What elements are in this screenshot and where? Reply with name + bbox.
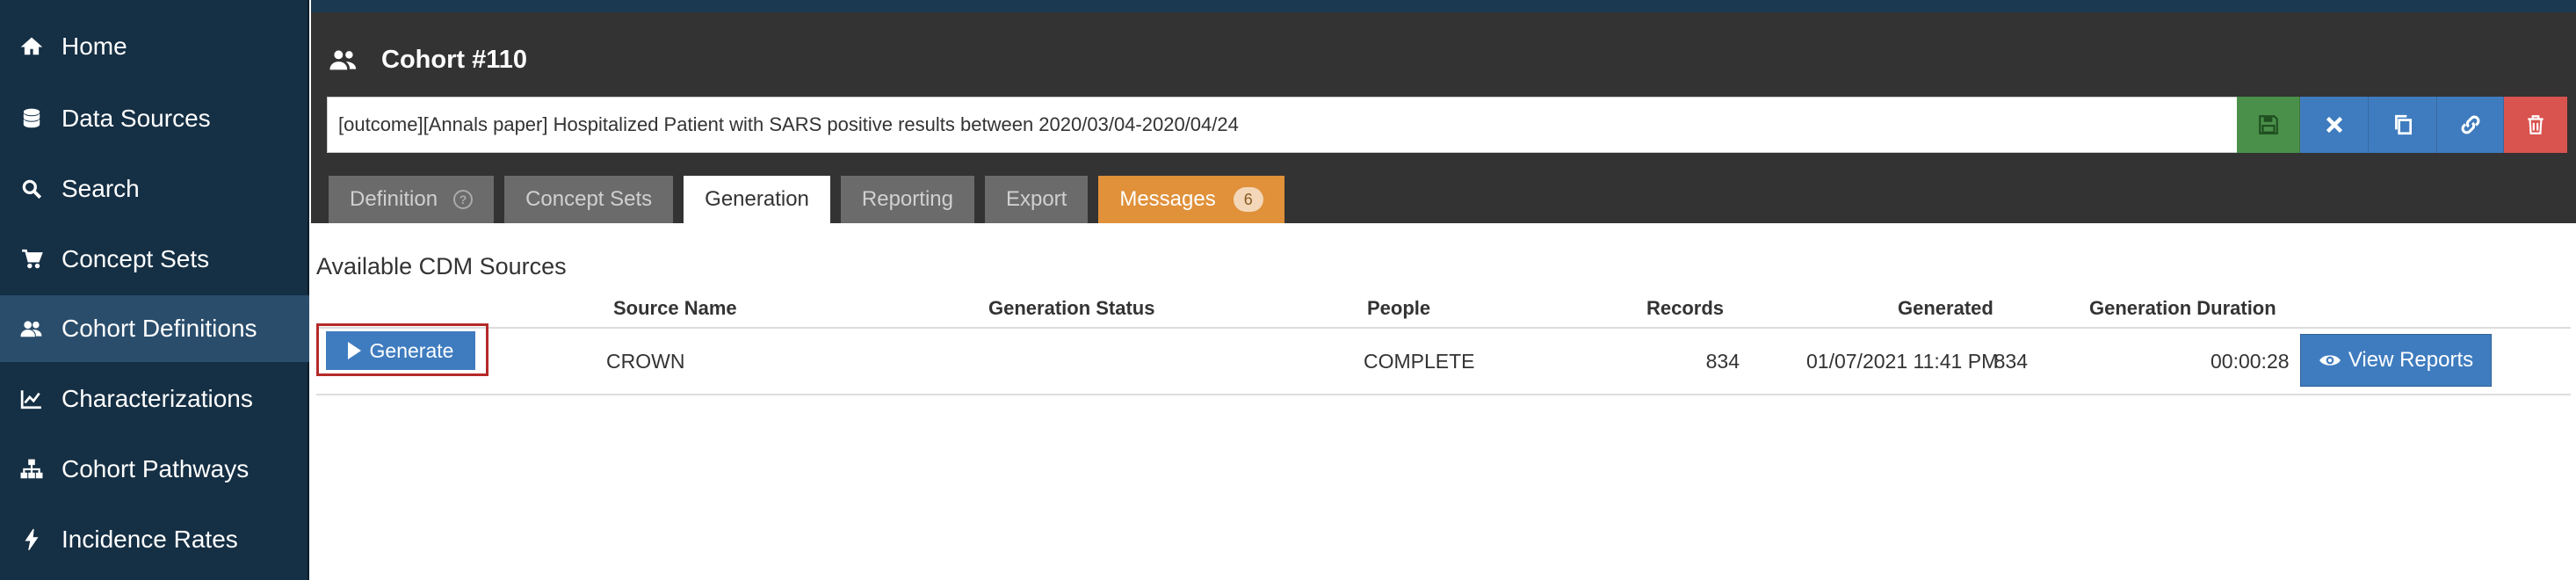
sitemap-icon: [19, 457, 44, 482]
copy-icon: [2394, 114, 2412, 135]
sidebar-item-home[interactable]: Home: [0, 13, 309, 80]
tab-label: Messages: [1119, 187, 1216, 211]
cdm-sources-table: Source Name Generation Status People Rec…: [316, 294, 2571, 395]
tab-concept-sets[interactable]: Concept Sets: [504, 176, 674, 223]
close-button[interactable]: [2300, 97, 2369, 153]
tab-label: Concept Sets: [525, 187, 653, 211]
tab-label: Reporting: [861, 187, 953, 211]
cohort-action-buttons: [2237, 97, 2567, 153]
table-header: Source Name Generation Status People Rec…: [316, 294, 2571, 329]
top-bar: [311, 0, 2576, 12]
tab-messages[interactable]: Messages 6: [1098, 176, 1284, 223]
users-icon: [329, 45, 358, 75]
column-header-generation-status: Generation Status: [988, 297, 1155, 319]
cohort-tabs: Definition ? Concept Sets Generation Rep…: [329, 176, 1295, 223]
shopping-cart-icon: [19, 247, 44, 272]
sidebar-item-cohort-pathways[interactable]: Cohort Pathways: [0, 436, 309, 503]
people-cell: 834: [1705, 350, 1740, 373]
sidebar-item-cohort-definitions[interactable]: Cohort Definitions: [0, 295, 309, 362]
sidebar-item-label: Incidence Rates: [62, 526, 238, 553]
main-panel: Cohort #110 Definition ?: [311, 0, 2576, 580]
sidebar-item-search[interactable]: Search: [0, 156, 309, 222]
tab-label: Definition: [350, 187, 438, 211]
play-icon: [347, 342, 361, 359]
sidebar-item-label: Cohort Pathways: [62, 455, 250, 482]
link-button[interactable]: [2437, 97, 2504, 153]
generate-highlight: Generate: [316, 323, 488, 376]
column-header-records: Records: [1646, 297, 1725, 319]
sidebar-item-label: Home: [62, 33, 127, 60]
bolt-icon: [19, 527, 44, 552]
line-chart-icon: [19, 387, 44, 411]
column-header-generation-duration: Generation Duration: [2089, 297, 2276, 319]
sidebar-item-label: Concept Sets: [62, 245, 210, 272]
status-cell: COMPLETE: [1364, 350, 1475, 373]
generate-button[interactable]: Generate: [326, 331, 475, 370]
link-icon: [2461, 115, 2479, 134]
generated-cell: 01/07/2021 11:41 PM: [1806, 350, 1999, 373]
column-header-source-name: Source Name: [613, 297, 737, 319]
sidebar: Home Data Sources Search Concept Sets Co…: [0, 0, 309, 580]
save-button[interactable]: [2237, 97, 2300, 153]
search-icon: [19, 177, 44, 201]
sidebar-item-characterizations[interactable]: Characterizations: [0, 366, 309, 432]
close-icon: [2326, 116, 2342, 134]
page-title: Cohort #110: [329, 33, 527, 86]
tab-definition[interactable]: Definition ?: [329, 176, 495, 223]
source-name-cell: CROWN: [606, 350, 685, 373]
cohort-name-input[interactable]: [327, 97, 2237, 153]
table-row: Generate CROWN COMPLETE 834 834 01/07/20…: [316, 323, 2571, 395]
view-reports-label: View Reports: [2348, 348, 2474, 372]
tab-reporting[interactable]: Reporting: [840, 176, 974, 223]
eye-icon: [2319, 355, 2341, 366]
cohort-title: Cohort #110: [381, 45, 527, 74]
delete-button[interactable]: [2504, 97, 2567, 153]
trash-icon: [2528, 115, 2543, 134]
column-header-people: People: [1367, 297, 1431, 319]
tab-label: Generation: [705, 187, 809, 211]
sidebar-item-label: Search: [62, 175, 140, 202]
sidebar-item-concept-sets[interactable]: Concept Sets: [0, 226, 309, 293]
users-icon: [19, 316, 44, 341]
view-reports-button[interactable]: View Reports: [2300, 334, 2492, 387]
column-header-generated: Generated: [1898, 297, 1994, 319]
cohort-header: Cohort #110 Definition ?: [311, 12, 2576, 223]
tab-label: Export: [1005, 187, 1067, 211]
database-icon: [19, 106, 44, 131]
tab-export[interactable]: Export: [984, 176, 1089, 223]
sidebar-item-data-sources[interactable]: Data Sources: [0, 85, 309, 152]
home-icon: [19, 34, 44, 59]
sidebar-item-label: Data Sources: [62, 105, 211, 132]
sidebar-item-label: Characterizations: [62, 385, 253, 412]
save-icon: [2258, 115, 2278, 134]
sidebar-item-label: Cohort Definitions: [62, 315, 257, 342]
help-icon[interactable]: ?: [453, 190, 474, 209]
tab-generation[interactable]: Generation: [684, 176, 830, 223]
sidebar-item-incidence-rates[interactable]: Incidence Rates: [0, 506, 309, 573]
duration-cell: 00:00:28: [2211, 350, 2290, 373]
section-title: Available CDM Sources: [316, 253, 567, 279]
messages-count-badge: 6: [1233, 187, 1263, 212]
generate-label: Generate: [369, 338, 454, 362]
copy-button[interactable]: [2369, 97, 2437, 153]
